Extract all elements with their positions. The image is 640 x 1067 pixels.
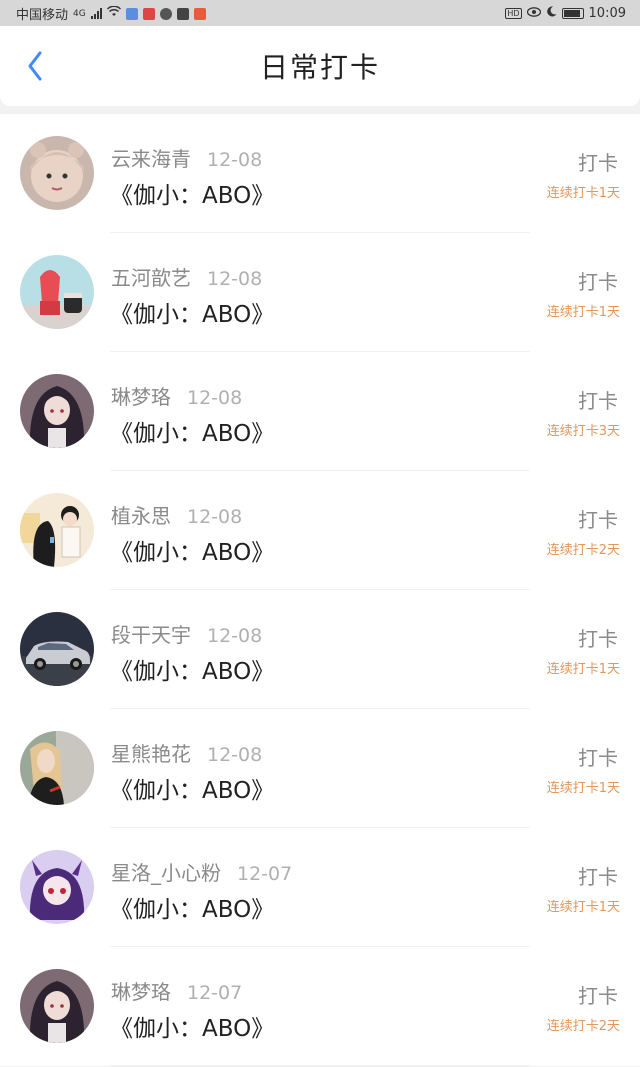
avatar[interactable] [20,374,94,448]
signal-icon [90,8,102,19]
app-notification-icon [193,7,206,20]
avatar[interactable] [20,493,94,567]
checkin-button[interactable]: 打卡 [578,266,618,295]
avatar[interactable] [20,255,94,329]
avatar[interactable] [20,850,94,924]
shield-app-icon [125,7,138,20]
user-name: 琳梦珞 [111,980,171,1004]
checkin-date: 12-08 [207,625,263,647]
wechat-app-icon [159,7,172,20]
checkin-button[interactable]: 打卡 [578,504,618,533]
list-item[interactable]: 五河歆艺 12-08 《伽小：ABO》 打卡 连续打卡1天 [0,233,640,352]
list-item[interactable]: 星洛_小心粉 12-07 《伽小：ABO》 打卡 连续打卡1天 [0,828,640,947]
user-name: 琳梦珞 [111,385,171,409]
avatar[interactable] [20,136,94,210]
user-name: 云来海青 [111,147,191,171]
checkin-button[interactable]: 打卡 [578,623,618,652]
checkin-button[interactable]: 打卡 [578,385,618,414]
nav-bar: 日常打卡 [0,26,640,106]
streak-text: 连续打卡1天 [546,186,620,201]
list-item[interactable]: 星熊艳花 12-08 《伽小：ABO》 打卡 连续打卡1天 [0,709,640,828]
streak-text: 连续打卡1天 [546,900,620,915]
book-title: 《伽小：ABO》 [110,183,275,209]
streak-text: 连续打卡1天 [546,662,620,677]
avatar[interactable] [20,612,94,686]
avatar[interactable] [20,969,94,1043]
video-app-icon [176,7,189,20]
status-bar: 中国移动 4G HD 10:09 [0,0,640,27]
book-title: 《伽小：ABO》 [110,659,275,685]
eye-icon [526,6,541,21]
checkin-date: 12-08 [187,387,243,409]
checkin-date: 12-08 [207,268,263,290]
checkin-button[interactable]: 打卡 [578,980,618,1009]
book-title: 《伽小：ABO》 [110,897,275,923]
list-item[interactable]: 琳梦珞 12-07 《伽小：ABO》 打卡 连续打卡2天 [0,947,640,1066]
streak-text: 连续打卡1天 [546,781,620,796]
page-title: 日常打卡 [259,51,380,84]
user-name: 五河歆艺 [111,266,191,290]
checkin-button[interactable]: 打卡 [578,147,618,176]
streak-text: 连续打卡2天 [546,543,620,558]
user-name: 植永思 [111,504,171,528]
list-item[interactable]: 云来海青 12-08 《伽小：ABO》 打卡 连续打卡1天 [0,114,640,233]
carrier-label: 中国移动 [16,8,69,23]
checkin-date: 12-08 [187,506,243,528]
checkin-list: 云来海青 12-08 《伽小：ABO》 打卡 连续打卡1天 五河歆艺 12-08… [0,114,640,1066]
book-title: 《伽小：ABO》 [110,1016,275,1042]
checkin-button[interactable]: 打卡 [578,861,618,890]
wifi-icon [106,5,121,21]
avatar[interactable] [20,731,94,805]
streak-text: 连续打卡2天 [546,1019,620,1034]
chevron-left-icon [28,51,42,81]
list-item[interactable]: 琳梦珞 12-08 《伽小：ABO》 打卡 连续打卡3天 [0,352,640,471]
user-name: 段干天宇 [111,623,191,647]
book-title: 《伽小：ABO》 [110,302,275,328]
streak-text: 连续打卡3天 [546,424,620,439]
moon-icon [546,6,557,21]
book-title: 《伽小：ABO》 [110,778,275,804]
hd-icon: HD [505,8,522,19]
back-button[interactable] [22,51,48,81]
checkin-date: 12-08 [207,744,263,766]
list-item[interactable]: 段干天宇 12-08 《伽小：ABO》 打卡 连续打卡1天 [0,590,640,709]
checkin-date: 12-08 [207,149,263,171]
streak-text: 连续打卡1天 [546,305,620,320]
clock: 10:09 [588,6,626,21]
checkin-date: 12-07 [187,982,243,1004]
checkin-button[interactable]: 打卡 [578,742,618,771]
book-title: 《伽小：ABO》 [110,421,275,447]
weibo-app-icon [142,7,155,20]
user-name: 星洛_小心粉 [111,861,221,885]
checkin-date: 12-07 [237,863,293,885]
battery-icon [561,8,584,19]
book-title: 《伽小：ABO》 [110,540,275,566]
network-label: 4G [73,8,86,19]
list-item[interactable]: 植永思 12-08 《伽小：ABO》 打卡 连续打卡2天 [0,471,640,590]
user-name: 星熊艳花 [111,742,191,766]
